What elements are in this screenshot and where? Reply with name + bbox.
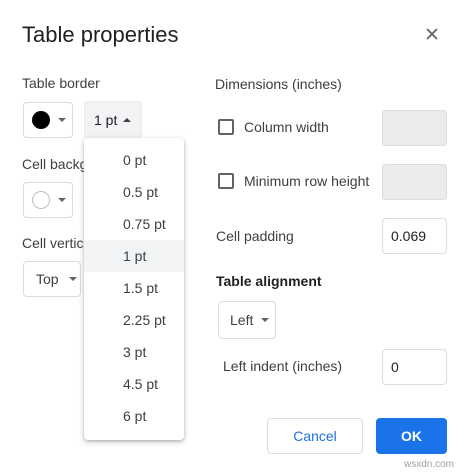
border-width-value: 1 pt (94, 112, 118, 128)
cell-background-swatch (32, 191, 50, 209)
close-icon[interactable] (422, 24, 442, 44)
cell-padding-input[interactable]: 0.069 (382, 218, 447, 254)
menu-item-2-25pt[interactable]: 2.25 pt (84, 304, 184, 336)
table-border-label: Table border (22, 75, 100, 91)
menu-item-3pt[interactable]: 3 pt (84, 336, 184, 368)
ok-button[interactable]: OK (376, 418, 447, 454)
dialog-title: Table properties (22, 22, 179, 47)
menu-item-1pt[interactable]: 1 pt (84, 240, 184, 272)
menu-item-6pt[interactable]: 6 pt (84, 400, 184, 432)
cell-vertical-value: Top (36, 271, 59, 287)
chevron-down-icon (58, 118, 66, 122)
border-color-dropdown[interactable] (23, 102, 73, 138)
chevron-down-icon (261, 318, 270, 322)
border-width-menu: 0 pt 0.5 pt 0.75 pt 1 pt 1.5 pt 2.25 pt … (84, 138, 184, 440)
cell-background-dropdown[interactable] (23, 182, 73, 218)
min-row-height-input (382, 164, 447, 200)
table-alignment-value: Left (230, 312, 254, 328)
left-indent-input[interactable]: 0 (382, 349, 447, 385)
chevron-up-icon (123, 118, 132, 122)
border-width-dropdown[interactable]: 1 pt (84, 101, 142, 139)
cell-vertical-alignment-label: Cell vertic (22, 235, 84, 251)
table-alignment-heading: Table alignment (216, 273, 322, 289)
menu-item-0-5pt[interactable]: 0.5 pt (84, 176, 184, 208)
menu-item-1-5pt[interactable]: 1.5 pt (84, 272, 184, 304)
chevron-down-icon (68, 277, 77, 281)
min-row-height-label: Minimum row height (244, 173, 370, 189)
dimensions-heading: Dimensions (inches) (215, 76, 342, 92)
menu-item-0pt[interactable]: 0 pt (84, 144, 184, 176)
menu-item-0-75pt[interactable]: 0.75 pt (84, 208, 184, 240)
cell-vertical-alignment-dropdown[interactable]: Top (23, 261, 81, 297)
table-alignment-dropdown[interactable]: Left (218, 301, 276, 339)
column-width-checkbox[interactable] (218, 119, 234, 135)
watermark: wsxdn.com (404, 459, 455, 470)
column-width-input (382, 110, 447, 146)
menu-item-4-5pt[interactable]: 4.5 pt (84, 368, 184, 400)
column-width-label: Column width (244, 119, 329, 135)
cell-padding-label: Cell padding (216, 228, 294, 244)
left-indent-label: Left indent (inches) (223, 358, 343, 374)
min-row-height-checkbox[interactable] (218, 173, 234, 189)
cell-background-label: Cell backg (22, 156, 84, 172)
border-color-swatch (32, 111, 50, 129)
cancel-button[interactable]: Cancel (267, 418, 363, 454)
chevron-down-icon (58, 198, 66, 202)
